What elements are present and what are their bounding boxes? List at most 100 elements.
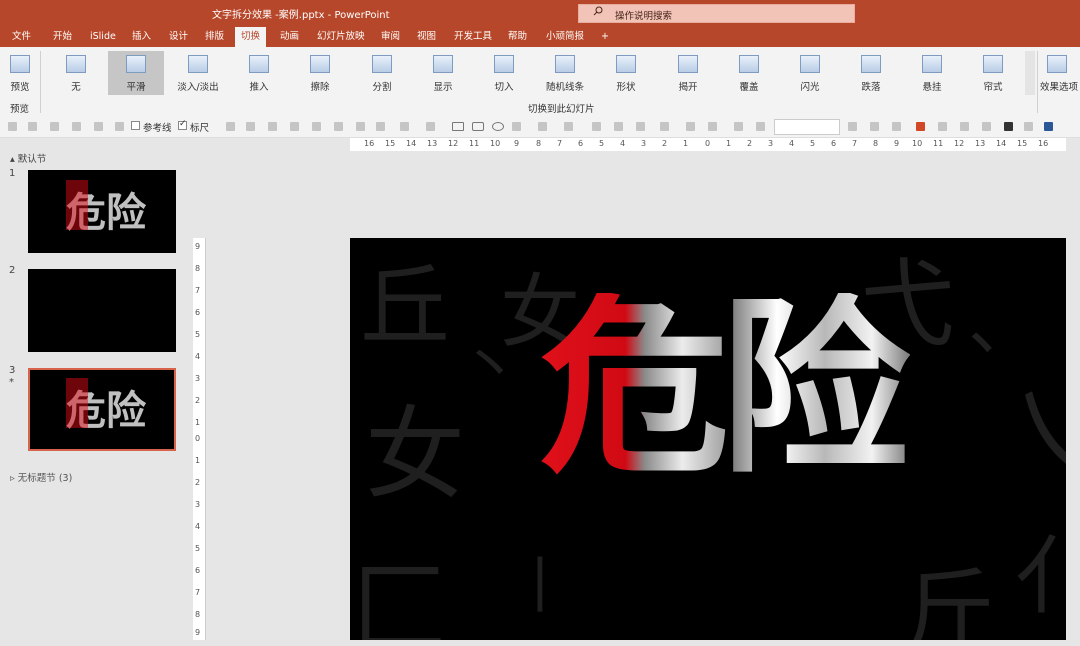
transition-label: 淡入/淡出 <box>177 82 219 93</box>
tab-islide[interactable]: iSlide <box>84 26 122 47</box>
ruler-tick: 0 <box>705 139 711 148</box>
tab-layout[interactable]: 排版 <box>199 26 230 47</box>
toolbar-icon[interactable] <box>960 122 969 131</box>
transition-fade[interactable]: 淡入/淡出 <box>170 51 226 95</box>
toolbar-icon[interactable] <box>592 122 601 131</box>
title-char-risk[interactable]: 险 <box>720 293 910 483</box>
transition-reveal[interactable]: 显示 <box>415 51 471 95</box>
ruler-checkbox[interactable] <box>178 119 187 130</box>
toolbar-icon[interactable] <box>636 122 645 131</box>
ruler-tick: 5 <box>599 139 605 148</box>
toolbar-icon[interactable] <box>246 122 255 131</box>
tab-home[interactable]: 开始 <box>47 26 78 47</box>
search-input[interactable]: 操作说明搜索 <box>615 8 672 22</box>
toolbar-icon[interactable] <box>734 122 743 131</box>
toolbar-icon[interactable] <box>708 122 717 131</box>
transition-random-bars[interactable]: 随机线条 <box>537 51 593 95</box>
toolbar-icon[interactable] <box>400 122 409 131</box>
tab-view[interactable]: 视图 <box>411 26 442 47</box>
rectangle-icon[interactable] <box>452 122 464 131</box>
oval-icon[interactable] <box>492 122 504 131</box>
toolbar-icon[interactable] <box>94 122 103 131</box>
transition-push[interactable]: 推入 <box>231 51 287 95</box>
toolbar-icon[interactable] <box>28 122 37 131</box>
toolbar-icon[interactable] <box>686 122 695 131</box>
slide-thumbnail-3[interactable]: 危险 <box>28 368 176 451</box>
toolbar-icon[interactable] <box>870 122 879 131</box>
title-char-danger[interactable]: 危 <box>540 293 730 483</box>
tab-slideshow[interactable]: 幻灯片放映 <box>311 26 371 47</box>
toolbar-icon[interactable] <box>8 122 17 131</box>
tab-add[interactable]: + <box>595 26 615 47</box>
ruler-tick: 14 <box>406 139 417 148</box>
toolbar-icon[interactable] <box>226 122 235 131</box>
section-untitled[interactable]: ▹ 无标题节 (3) <box>10 470 72 484</box>
toolbar-icon[interactable] <box>290 122 299 131</box>
ruler-tick: 8 <box>195 264 201 273</box>
transition-random-bars-icon <box>555 55 575 73</box>
slide-thumbnail-1[interactable]: 危险 <box>28 170 176 253</box>
tab-file[interactable]: 文件 <box>6 26 37 47</box>
toolbar-icon[interactable] <box>564 122 573 131</box>
toolbar-icon[interactable] <box>268 122 277 131</box>
toolbar-icon[interactable] <box>848 122 857 131</box>
bg-character: 亻 <box>1015 528 1066 627</box>
toolbar-icon[interactable] <box>50 122 59 131</box>
transition-wipe[interactable]: 擦除 <box>292 51 348 95</box>
toolbar-icon[interactable] <box>376 122 385 131</box>
toolbar-icon[interactable] <box>1024 122 1033 131</box>
toolbar-icon[interactable] <box>356 122 365 131</box>
transition-shape[interactable]: 形状 <box>598 51 654 95</box>
tab-animations[interactable]: 动画 <box>274 26 305 47</box>
toolbar-icon[interactable] <box>538 122 547 131</box>
guides-checkbox[interactable] <box>131 121 140 130</box>
tab-insert[interactable]: 插入 <box>126 26 157 47</box>
toolbar-icon[interactable] <box>312 122 321 131</box>
toolbar-icon[interactable] <box>614 122 623 131</box>
gallery-scrollbar[interactable] <box>1025 51 1035 95</box>
transition-split-icon <box>372 55 392 73</box>
transition-morph[interactable]: 平滑 <box>108 51 164 95</box>
transition-fall-over[interactable]: 跌落 <box>843 51 899 95</box>
font-size-input[interactable] <box>774 119 840 135</box>
font-color-icon[interactable] <box>1044 122 1053 131</box>
transition-flash[interactable]: 闪光 <box>782 51 838 95</box>
office-icon[interactable] <box>916 122 925 131</box>
toolbar-icon[interactable] <box>72 122 81 131</box>
transition-split[interactable]: 分割 <box>354 51 410 95</box>
tab-review[interactable]: 审阅 <box>375 26 406 47</box>
transition-cover[interactable]: 覆盖 <box>721 51 777 95</box>
ruler-tick: 7 <box>557 139 563 148</box>
tab-help[interactable]: 帮助 <box>502 26 533 47</box>
slide-canvas[interactable]: 丘 女 弋 、 乀 女 斤 亻 匚 丶 丨 危 险 <box>350 238 1066 640</box>
toolbar-icon[interactable] <box>426 122 435 131</box>
transition-drape[interactable]: 悬挂 <box>904 51 960 95</box>
toolbar-icon[interactable] <box>334 122 343 131</box>
slide-thumbnail-2[interactable] <box>28 269 176 352</box>
toolbar-icon[interactable] <box>756 122 765 131</box>
preview-button[interactable]: 预览 <box>2 51 38 95</box>
transition-cut[interactable]: 切入 <box>476 51 532 95</box>
transition-label: 覆盖 <box>739 82 759 93</box>
thumb-red-accent <box>66 180 88 230</box>
transition-reveal-icon <box>433 55 453 73</box>
toolbar-icon[interactable] <box>938 122 947 131</box>
transition-uncover[interactable]: 揭开 <box>660 51 716 95</box>
tab-design[interactable]: 设计 <box>163 26 194 47</box>
toolbar-icon[interactable] <box>892 122 901 131</box>
tab-xiaowan[interactable]: 小顽简报 <box>540 26 590 47</box>
effect-options-button[interactable]: 效果选项 <box>1039 51 1079 95</box>
tab-developer[interactable]: 开发工具 <box>448 26 498 47</box>
toolbar-icon[interactable] <box>115 122 124 131</box>
search-box[interactable]: 操作说明搜索 <box>578 4 855 23</box>
toolbar-icon[interactable] <box>982 122 991 131</box>
section-default[interactable]: ▴ 默认节 <box>10 151 46 165</box>
rounded-rectangle-icon[interactable] <box>472 122 484 131</box>
transition-none[interactable]: 无 <box>48 51 104 95</box>
toolbar-icon[interactable] <box>512 122 521 131</box>
transition-curtains[interactable]: 帘式 <box>965 51 1021 95</box>
tab-transitions[interactable]: 切换 <box>235 27 267 47</box>
toolbar-icon[interactable] <box>660 122 669 131</box>
toolbar-icon[interactable] <box>1004 122 1013 131</box>
thumb-red-accent <box>66 378 88 428</box>
